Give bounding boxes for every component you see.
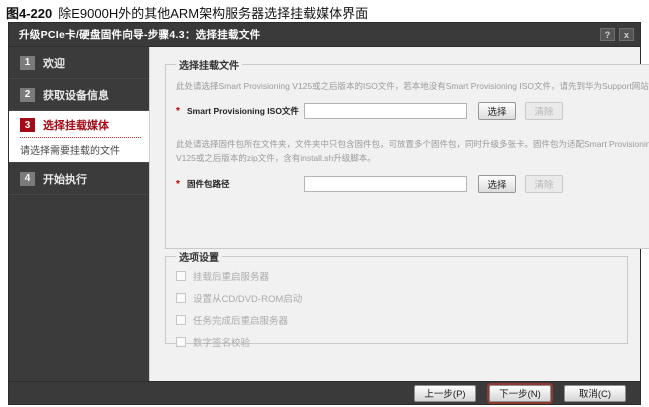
checkbox-signature-check	[176, 337, 186, 347]
iso-select-button[interactable]: 选择	[478, 102, 516, 120]
step-subtitle: 请选择需要挂载的文件	[20, 142, 141, 157]
cancel-button[interactable]: 取消(C)	[564, 385, 626, 402]
checkbox-row-signature-check: 数字签名校验	[176, 337, 617, 347]
required-asterisk: *	[176, 179, 187, 190]
firmware-path-field-row: * 固件包路径 选择 清除	[176, 175, 649, 193]
required-asterisk: *	[176, 106, 187, 117]
checkbox-boot-from-cd	[176, 293, 186, 303]
firmware-hint-text: 此处请选择固件包所在文件夹，文件夹中只包含固件包，可放置多个固件包，同时升级多张…	[176, 138, 649, 165]
iso-file-label: Smart Provisioning ISO文件	[187, 105, 304, 117]
iso-file-input[interactable]	[304, 103, 467, 119]
help-icon[interactable]: ?	[600, 28, 615, 41]
dotted-divider	[20, 137, 141, 138]
iso-hint-text: 此处请选择Smart Provisioning V125或之后版本的ISO文件，…	[176, 80, 649, 92]
figure-caption: 图4-220 除E9000H外的其他ARM架构服务器选择挂载媒体界面	[6, 3, 368, 22]
figure-number: 图4-220	[6, 6, 52, 21]
checkbox-row-restart-after-mount: 挂载后重启服务器	[176, 271, 617, 281]
checkbox-label: 数字签名校验	[193, 335, 250, 349]
step-item-execute: 4 开始执行	[9, 163, 149, 195]
options-legend: 选项设置	[176, 249, 222, 264]
select-mount-file-section: 选择挂载文件 此处请选择Smart Provisioning V125或之后版本…	[165, 57, 649, 249]
dialog-body: 1 欢迎 2 获取设备信息 3 选择挂载媒体 请选择需要挂载的文件 4 开始执行	[9, 47, 640, 381]
checkbox-restart-after-task	[176, 315, 186, 325]
content-area: 选择挂载文件 此处请选择Smart Provisioning V125或之后版本…	[149, 47, 640, 381]
step-item-welcome: 1 欢迎	[9, 47, 149, 79]
iso-file-field-row: * Smart Provisioning ISO文件 选择 清除	[176, 102, 649, 120]
next-button[interactable]: 下一步(N)	[489, 385, 551, 402]
checkbox-label: 设置从CD/DVD-ROM启动	[193, 291, 302, 305]
firmware-path-input[interactable]	[304, 176, 467, 192]
firmware-path-label: 固件包路径	[187, 178, 304, 190]
firmware-clear-button: 清除	[525, 175, 563, 193]
step-label: 欢迎	[43, 55, 65, 71]
step-number-badge-active: 3	[20, 118, 35, 132]
step-label: 开始执行	[43, 171, 87, 187]
checkbox-row-restart-after-task: 任务完成后重启服务器	[176, 315, 617, 325]
dialog-titlebar: 升级PCIe卡/硬盘固件向导-步骤4.3：选择挂载文件 ? x	[9, 23, 640, 47]
figure-title: 除E9000H外的其他ARM架构服务器选择挂载媒体界面	[58, 6, 368, 21]
iso-clear-button: 清除	[525, 102, 563, 120]
step-label: 获取设备信息	[43, 87, 109, 103]
step-item-select-media-active: 3 选择挂载媒体 请选择需要挂载的文件	[9, 111, 149, 163]
firmware-select-button[interactable]: 选择	[478, 175, 516, 193]
prev-button[interactable]: 上一步(P)	[414, 385, 476, 402]
wizard-steps-sidebar: 1 欢迎 2 获取设备信息 3 选择挂载媒体 请选择需要挂载的文件 4 开始执行	[9, 47, 149, 381]
step-label-active: 选择挂载媒体	[43, 117, 109, 133]
checkbox-restart-after-mount	[176, 271, 186, 281]
close-icon[interactable]: x	[619, 28, 634, 41]
step-item-device-info: 2 获取设备信息	[9, 79, 149, 111]
step-number-badge: 1	[20, 56, 35, 70]
dialog-title: 升级PCIe卡/硬盘固件向导-步骤4.3：选择挂载文件	[19, 27, 596, 42]
select-mount-file-legend: 选择挂载文件	[176, 57, 242, 72]
dialog-footer: 上一步(P) 下一步(N) 取消(C)	[9, 381, 640, 404]
checkbox-label: 任务完成后重启服务器	[193, 313, 288, 327]
options-section: 选项设置 挂载后重启服务器 设置从CD/DVD-ROM启动 任务完成后重启服务器…	[165, 249, 628, 344]
checkbox-label: 挂载后重启服务器	[193, 269, 269, 283]
step-number-badge: 4	[20, 172, 35, 186]
upgrade-wizard-dialog: 升级PCIe卡/硬盘固件向导-步骤4.3：选择挂载文件 ? x 1 欢迎 2 获…	[8, 22, 641, 405]
checkbox-row-boot-from-cd: 设置从CD/DVD-ROM启动	[176, 293, 617, 303]
step-number-badge: 2	[20, 88, 35, 102]
